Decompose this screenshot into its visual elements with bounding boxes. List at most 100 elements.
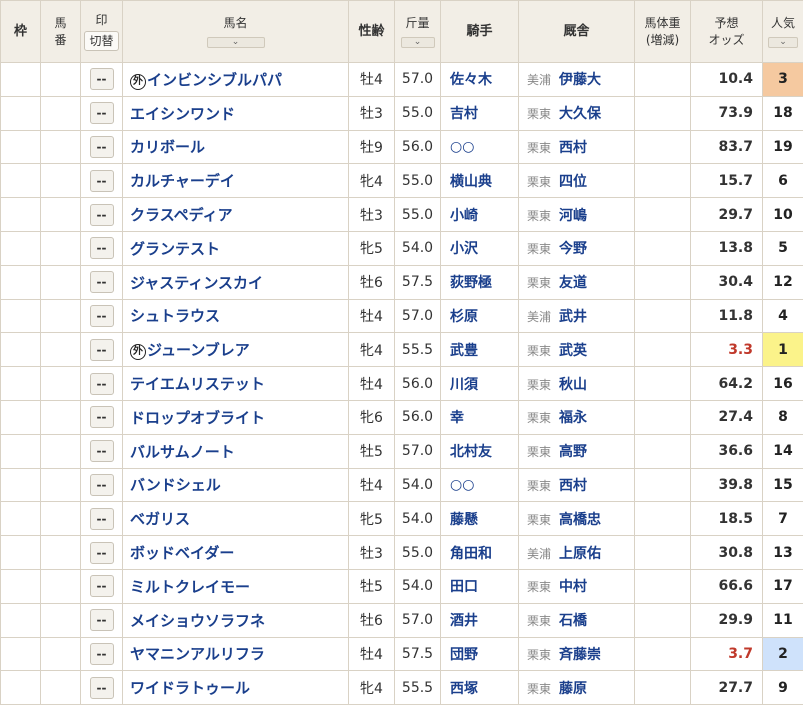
jockey-cell[interactable]: 北村友 xyxy=(440,433,519,469)
chevron-down-icon[interactable]: ⌄ xyxy=(400,36,435,48)
jockey-cell[interactable]: 佐々木 xyxy=(440,62,519,97)
trainer-link[interactable]: 秋山 xyxy=(559,377,587,393)
jockey-cell[interactable]: 荻野極 xyxy=(440,264,519,300)
trainer-link[interactable]: 友道 xyxy=(559,275,587,291)
col-header-popularity[interactable]: 人気 ⌄ xyxy=(762,0,803,63)
trainer-link[interactable]: 藤原 xyxy=(559,681,587,697)
mark-select-button[interactable]: -- xyxy=(89,372,114,395)
mark-select-button[interactable]: -- xyxy=(89,135,114,158)
jockey-cell[interactable]: 横山典 xyxy=(440,163,519,199)
horse-name-link[interactable]: ワイドラトゥール xyxy=(130,679,250,697)
jockey-cell[interactable]: 団野 xyxy=(440,636,519,672)
trainer-link[interactable]: 高野 xyxy=(559,444,587,460)
jockey-link[interactable]: 荻野極 xyxy=(450,275,492,291)
jockey-cell[interactable]: 酒井 xyxy=(440,602,519,638)
trainer-link[interactable]: 上原佑 xyxy=(559,546,601,562)
horse-name-link[interactable]: シュトラウス xyxy=(130,307,220,325)
mark-select-button[interactable]: -- xyxy=(89,68,114,91)
trainer-link[interactable]: 今野 xyxy=(559,241,587,257)
col-header-horse-name[interactable]: 馬名 ⌄ xyxy=(122,0,349,63)
trainer-link[interactable]: 福永 xyxy=(559,410,587,426)
trainer-link[interactable]: 斉藤崇 xyxy=(559,647,601,663)
mark-select-button[interactable]: -- xyxy=(89,440,114,463)
jockey-cell[interactable]: 西塚 xyxy=(440,670,519,706)
horse-name-link[interactable]: クラスペディア xyxy=(130,206,233,224)
horse-name-cell[interactable]: ボッドベイダー xyxy=(122,535,349,570)
mark-select-button[interactable]: -- xyxy=(89,575,114,598)
horse-name-cell[interactable]: テイエムリステット xyxy=(122,366,349,401)
jockey-cell[interactable]: ○○ xyxy=(440,467,519,503)
mark-select-button[interactable]: -- xyxy=(89,237,114,260)
jockey-link[interactable]: 団野 xyxy=(450,647,478,663)
horse-name-cell[interactable]: ミルトクレイモー xyxy=(122,568,349,604)
jockey-link[interactable]: 杉原 xyxy=(450,309,478,325)
horse-name-cell[interactable]: バンドシェル xyxy=(122,467,349,503)
col-header-weight[interactable]: 斤量 ⌄ xyxy=(394,0,441,63)
jockey-cell[interactable]: 角田和 xyxy=(440,535,519,570)
jockey-link[interactable]: 武豊 xyxy=(450,343,478,359)
jockey-cell[interactable]: 杉原 xyxy=(440,298,519,334)
horse-name-cell[interactable]: ワイドラトゥール xyxy=(122,670,349,706)
horse-name-link[interactable]: ボッドベイダー xyxy=(130,544,234,562)
jockey-cell[interactable]: 藤懸 xyxy=(440,501,519,537)
jockey-link[interactable]: 田口 xyxy=(450,579,478,595)
horse-name-link[interactable]: ヤマニンアルリフラ xyxy=(130,645,265,663)
trainer-link[interactable]: 石橋 xyxy=(559,613,587,629)
mark-select-button[interactable]: -- xyxy=(89,473,114,496)
mark-select-button[interactable]: -- xyxy=(89,609,114,632)
horse-name-link[interactable]: ドロップオブライト xyxy=(130,409,265,427)
mark-select-button[interactable]: -- xyxy=(89,169,114,192)
mark-select-button[interactable]: -- xyxy=(89,271,114,294)
horse-name-cell[interactable]: 外インビンシブルパパ xyxy=(122,62,349,97)
jockey-link[interactable]: 吉村 xyxy=(450,106,478,122)
jockey-cell[interactable]: 小沢 xyxy=(440,230,519,266)
horse-name-cell[interactable]: 外ジューンブレア xyxy=(122,332,349,368)
horse-name-link[interactable]: メイショウソラフネ xyxy=(130,612,265,630)
horse-name-link[interactable]: バルサムノート xyxy=(130,443,235,461)
horse-name-link[interactable]: エイシンワンド xyxy=(130,105,235,123)
horse-name-cell[interactable]: メイショウソラフネ xyxy=(122,602,349,638)
trainer-link[interactable]: 武井 xyxy=(559,309,587,325)
mark-toggle-button[interactable]: 切替 xyxy=(84,31,119,51)
horse-name-cell[interactable]: カルチャーデイ xyxy=(122,163,349,199)
horse-name-cell[interactable]: シュトラウス xyxy=(122,298,349,334)
mark-select-button[interactable]: -- xyxy=(89,203,114,226)
trainer-link[interactable]: 武英 xyxy=(559,343,587,359)
jockey-cell[interactable]: ○○ xyxy=(440,129,519,165)
jockey-cell[interactable]: 田口 xyxy=(440,568,519,604)
mark-select-button[interactable]: -- xyxy=(89,304,114,327)
horse-name-cell[interactable]: エイシンワンド xyxy=(122,95,349,131)
mark-select-button[interactable]: -- xyxy=(89,406,114,429)
mark-select-button[interactable]: -- xyxy=(89,338,114,361)
trainer-link[interactable]: 四位 xyxy=(559,174,587,190)
trainer-link[interactable]: 西村 xyxy=(559,478,587,494)
horse-name-link[interactable]: ジューンブレア xyxy=(147,341,250,359)
horse-name-link[interactable]: カルチャーデイ xyxy=(130,172,235,190)
mark-select-button[interactable]: -- xyxy=(89,541,114,564)
horse-name-link[interactable]: テイエムリステット xyxy=(130,375,265,393)
jockey-cell[interactable]: 幸 xyxy=(440,399,519,435)
jockey-link[interactable]: 北村友 xyxy=(450,444,492,460)
horse-name-cell[interactable]: カリボール xyxy=(122,129,349,165)
jockey-cell[interactable]: 武豊 xyxy=(440,332,519,368)
horse-name-link[interactable]: グランテスト xyxy=(130,240,220,258)
jockey-link[interactable]: 小沢 xyxy=(450,241,478,257)
jockey-link[interactable]: ○○ xyxy=(450,477,474,493)
horse-name-cell[interactable]: ヤマニンアルリフラ xyxy=(122,636,349,672)
jockey-link[interactable]: 藤懸 xyxy=(450,512,478,528)
chevron-down-icon[interactable]: ⌄ xyxy=(768,36,798,48)
jockey-cell[interactable]: 川須 xyxy=(440,366,519,401)
jockey-link[interactable]: 小崎 xyxy=(450,208,478,224)
jockey-link[interactable]: 西塚 xyxy=(450,681,478,697)
trainer-link[interactable]: 河嶋 xyxy=(559,208,587,224)
horse-name-cell[interactable]: クラスペディア xyxy=(122,197,349,232)
trainer-link[interactable]: 中村 xyxy=(559,579,587,595)
mark-select-button[interactable]: -- xyxy=(89,642,114,665)
horse-name-link[interactable]: インビンシブルパパ xyxy=(147,71,282,89)
jockey-cell[interactable]: 吉村 xyxy=(440,95,519,131)
jockey-link[interactable]: 佐々木 xyxy=(450,72,492,88)
mark-select-button[interactable]: -- xyxy=(89,102,114,125)
jockey-link[interactable]: 横山典 xyxy=(450,174,492,190)
horse-name-link[interactable]: カリボール xyxy=(130,138,205,156)
chevron-down-icon[interactable]: ⌄ xyxy=(206,36,265,48)
